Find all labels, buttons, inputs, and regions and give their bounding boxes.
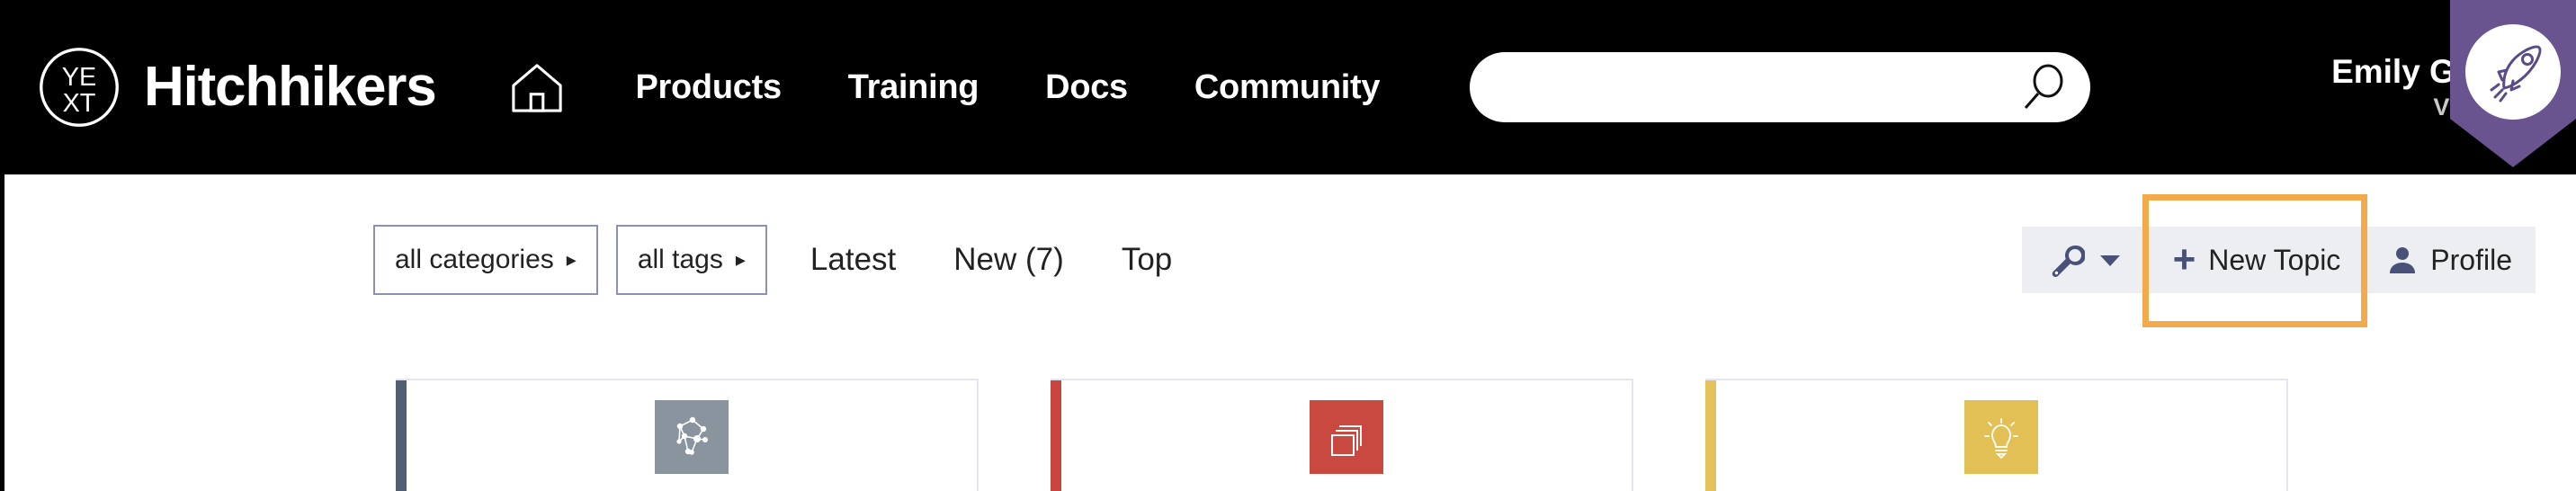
profile-button[interactable]: Profile	[2364, 227, 2536, 293]
topic-card-list	[4, 379, 2576, 491]
brand-name: Hitchhikers	[144, 56, 437, 118]
home-icon	[512, 64, 563, 112]
yext-logo-icon: YE XT	[40, 48, 119, 127]
filter-all-tags[interactable]: all tags ▸	[615, 225, 767, 295]
search-box[interactable]	[1470, 52, 2091, 122]
site-header: YE XT Hitchhikers Products Training Docs…	[0, 0, 2576, 174]
lightbulb-icon	[1984, 418, 2018, 460]
sort-link-latest[interactable]: Latest	[810, 242, 896, 278]
filter-all-tags-label: all tags	[637, 245, 723, 274]
new-topic-button[interactable]: + New Topic	[2150, 227, 2365, 293]
network-graph-icon	[676, 416, 708, 455]
caret-right-icon: ▸	[735, 248, 746, 271]
tool-group: + New Topic Profile	[2021, 227, 2536, 293]
card-icon-tile	[1964, 400, 2038, 474]
nav-link-docs[interactable]: Docs	[1045, 68, 1128, 107]
card-body	[1061, 380, 1632, 474]
card-accent-bar	[1051, 380, 1061, 491]
sort-link-new[interactable]: New (7)	[953, 242, 1064, 278]
card-accent-bar	[396, 380, 407, 491]
stacked-cards-icon	[1331, 425, 1362, 456]
sort-links: Latest New (7) Top	[810, 242, 1172, 278]
topic-card[interactable]	[1051, 379, 1633, 491]
sort-link-top[interactable]: Top	[1122, 242, 1172, 278]
nav-link-training[interactable]: Training	[848, 68, 979, 107]
card-body	[407, 380, 977, 474]
search-input[interactable]	[1470, 52, 2091, 122]
card-icon-tile	[655, 400, 729, 474]
profile-label: Profile	[2430, 243, 2512, 276]
home-link[interactable]	[509, 61, 565, 113]
admin-wrench-button[interactable]	[2022, 227, 2150, 293]
nav-link-community[interactable]: Community	[1194, 68, 1381, 107]
main-content: all categories ▸ all tags ▸ Latest New (…	[0, 174, 2576, 491]
card-body	[1716, 380, 2286, 474]
filter-all-categories[interactable]: all categories ▸	[373, 225, 598, 295]
card-icon-tile	[1310, 400, 1383, 474]
toolbar-actions: + New Topic Profile	[2021, 194, 2536, 327]
caret-down-icon	[2099, 255, 2120, 266]
filter-group: all categories ▸ all tags ▸	[373, 225, 767, 295]
new-topic-label: New Topic	[2208, 243, 2341, 276]
topic-card[interactable]	[396, 379, 979, 491]
user-icon	[2390, 247, 2416, 273]
brand[interactable]: YE XT Hitchhikers	[36, 44, 437, 130]
main-nav: Products Training Docs Community	[635, 68, 1380, 107]
wrench-icon	[2052, 245, 2085, 278]
plus-icon: +	[2172, 237, 2196, 281]
caret-right-icon: ▸	[566, 248, 577, 271]
topic-card[interactable]	[1705, 379, 2288, 491]
svg-text:XT: XT	[63, 89, 96, 118]
page-root: YE XT Hitchhikers Products Training Docs…	[0, 0, 2576, 491]
nav-link-products[interactable]: Products	[635, 68, 782, 107]
card-accent-bar	[1705, 380, 1716, 491]
svg-text:YE: YE	[62, 63, 96, 92]
rank-badge[interactable]	[2450, 0, 2576, 167]
filter-all-categories-label: all categories	[395, 245, 554, 274]
topic-toolbar: all categories ▸ all tags ▸ Latest New (…	[4, 194, 2576, 327]
search-icon[interactable]	[2018, 63, 2067, 112]
